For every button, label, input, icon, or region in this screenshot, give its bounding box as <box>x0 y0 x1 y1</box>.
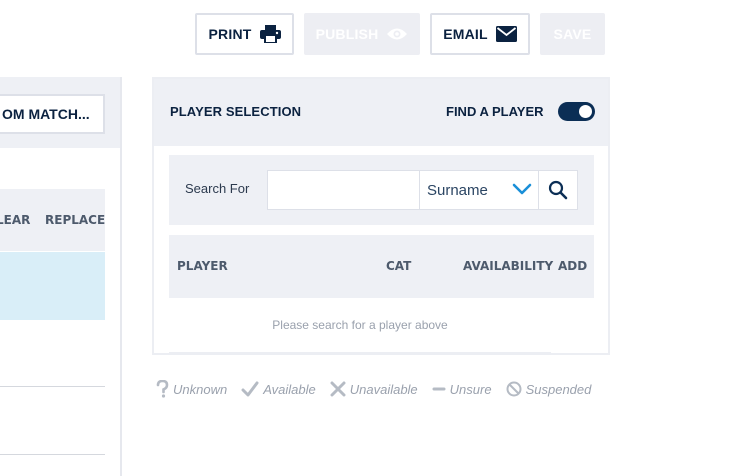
table-bottom-divider <box>169 352 551 354</box>
column-add: ADD <box>558 259 588 273</box>
row-divider <box>0 454 105 455</box>
find-player-label: FIND A PLAYER <box>446 104 544 119</box>
legend-available: Available <box>241 381 316 397</box>
match-button-label: OM MATCH... <box>2 106 90 122</box>
search-field-select[interactable]: Surname <box>419 170 539 210</box>
legend-label: Available <box>263 381 316 397</box>
player-selection-panel: PLAYER SELECTION FIND A PLAYER Search Fo… <box>152 77 610 355</box>
email-button[interactable]: EMAIL <box>430 13 530 55</box>
search-bar: Search For Surname <box>169 155 594 225</box>
search-input[interactable] <box>267 170 420 210</box>
row-divider <box>0 386 105 387</box>
save-label: SAVE <box>553 26 592 42</box>
legend-suspended: Suspended <box>506 381 592 397</box>
match-panel-header: OM MATCH... <box>0 77 120 148</box>
match-panel: OM MATCH... LEAR REPLACE <box>0 77 122 476</box>
check-icon <box>241 381 259 397</box>
player-table-header: PLAYER CAT AVAILABILITY ADD <box>169 235 594 298</box>
match-button[interactable]: OM MATCH... <box>0 94 105 134</box>
envelope-icon <box>495 26 517 42</box>
panel-title: PLAYER SELECTION <box>170 104 302 119</box>
toggle-knob <box>579 105 592 118</box>
prohibited-icon <box>506 381 522 397</box>
eye-icon <box>387 28 408 40</box>
question-icon <box>156 380 169 398</box>
cross-icon <box>330 381 346 397</box>
find-player-toggle[interactable] <box>558 102 595 121</box>
legend-unavailable: Unavailable <box>330 381 418 397</box>
column-availability: AVAILABILITY <box>463 259 554 273</box>
empty-results-message: Please search for a player above <box>272 318 448 332</box>
column-player: PLAYER <box>177 259 228 273</box>
search-field-value: Surname <box>427 181 488 199</box>
search-button[interactable] <box>538 170 578 210</box>
panel-header: PLAYER SELECTION FIND A PLAYER <box>154 79 608 146</box>
dash-icon <box>432 387 446 391</box>
search-icon <box>548 180 568 200</box>
publish-button[interactable]: PUBLISH <box>304 13 420 55</box>
column-clear: LEAR <box>0 213 31 227</box>
printer-icon <box>259 25 281 43</box>
legend-unsure: Unsure <box>432 381 492 397</box>
print-button[interactable]: PRINT <box>195 13 294 55</box>
search-label: Search For <box>185 181 250 196</box>
legend-label: Unknown <box>173 381 228 397</box>
legend-label: Unsure <box>449 381 492 397</box>
save-button[interactable]: SAVE <box>540 13 605 55</box>
column-cat: CAT <box>386 259 412 273</box>
match-table-header: LEAR REPLACE <box>0 189 105 251</box>
publish-label: PUBLISH <box>315 26 379 42</box>
legend-label: Suspended <box>525 381 592 397</box>
legend-label: Unavailable <box>349 381 418 397</box>
chevron-down-icon <box>512 183 532 195</box>
email-label: EMAIL <box>443 26 488 42</box>
column-replace: REPLACE <box>45 213 105 227</box>
print-label: PRINT <box>208 26 252 42</box>
legend-unknown: Unknown <box>156 380 227 398</box>
table-row-selected[interactable] <box>0 252 105 320</box>
availability-legend: Unknown Available Unavailable Unsure Sus… <box>156 380 605 398</box>
